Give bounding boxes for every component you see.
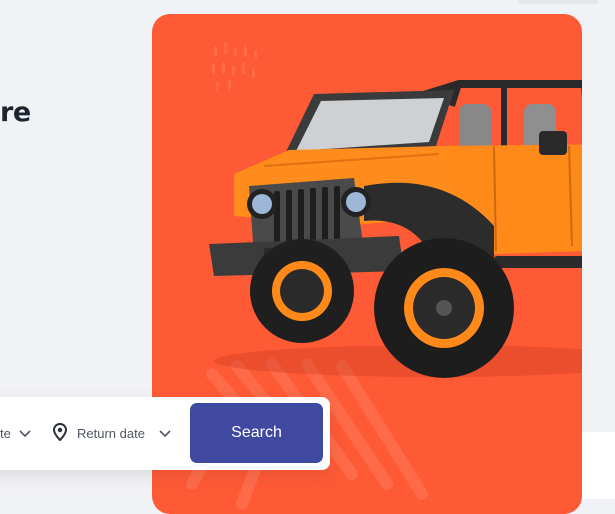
- chevron-down-icon[interactable]: [159, 426, 171, 441]
- hero-heading: re: [0, 97, 31, 128]
- page-surface: [582, 432, 615, 499]
- return-date-label: Return date: [77, 426, 145, 441]
- pickup-date-label: te: [0, 426, 11, 441]
- return-date-field[interactable]: Return date: [52, 397, 171, 470]
- pickup-date-field[interactable]: te: [0, 397, 31, 470]
- jeep-photo: [209, 80, 582, 378]
- chevron-down-icon[interactable]: [19, 426, 31, 441]
- search-bar: te Return date Search: [0, 397, 330, 470]
- location-pin-icon: [52, 422, 68, 444]
- top-edge-shadow: [518, 0, 598, 4]
- search-button[interactable]: Search: [190, 403, 323, 463]
